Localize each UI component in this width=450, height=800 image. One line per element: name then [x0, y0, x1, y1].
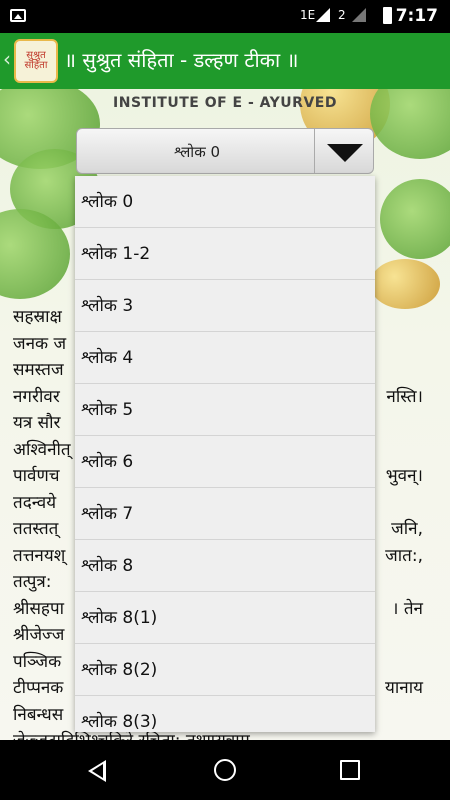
dropdown-item[interactable]: श्लोक 6 [75, 436, 375, 488]
text-line-left: श्रीजेज्ज [13, 625, 65, 645]
status-time: 7:17 [395, 6, 438, 26]
text-line-left: पञ्जिक [13, 651, 62, 672]
text-line-left: निबन्धस [13, 704, 64, 725]
dropdown-item[interactable]: श्लोक 0 [75, 176, 375, 228]
nav-home-icon[interactable] [214, 759, 236, 781]
status-bar: 1E 2 7:17 [0, 0, 450, 33]
text-line-left: तदन्वये [13, 492, 57, 513]
dropdown-item[interactable]: श्लोक 1-2 [75, 228, 375, 280]
dropdown-item[interactable]: श्लोक 8(1) [75, 592, 375, 644]
dropdown-item[interactable]: श्लोक 8 [75, 540, 375, 592]
text-line-right: नस्ति। [386, 386, 423, 407]
shlok-dropdown-list[interactable]: श्लोक 0 श्लोक 1-2 श्लोक 3 श्लोक 4 श्लोक 5 श्ल… [75, 176, 375, 732]
text-line-right: यानाय [385, 678, 423, 698]
app-logo[interactable]: सुश्रुत संहिता [14, 39, 58, 83]
network-label-1: 1E [300, 8, 316, 22]
spinner-selected-value: श्लोक 0 [173, 143, 221, 161]
signal-1-icon [316, 8, 330, 22]
battery-icon [383, 7, 392, 24]
background-coin-decoration [370, 259, 440, 309]
signal-2-icon [352, 8, 366, 22]
text-line-left: श्रीसहपा [13, 598, 65, 619]
app-title: ॥ सुश्रुत संहिता - डल्हण टीका ॥ [64, 48, 299, 72]
text-line-left: जनक ज [13, 333, 67, 354]
dropdown-item[interactable]: श्लोक 7 [75, 488, 375, 540]
dropdown-item[interactable]: श्लोक 8(2) [75, 644, 375, 696]
text-line-left: पार्वणच [13, 466, 60, 486]
dropdown-item[interactable]: श्लोक 4 [75, 332, 375, 384]
text-line-left: अश्विनीत् [13, 439, 71, 460]
text-line-right: भुवन्। [385, 466, 423, 486]
background-clover-decoration [380, 179, 450, 259]
text-line-right: जात:, [385, 545, 423, 566]
text-line-left: जेज्जटादिभिश्चक्रिरे रचिता: तथाप्यत्राम् [13, 731, 250, 740]
text-line-right: जनि, [391, 519, 423, 539]
dropdown-item[interactable]: श्लोक 5 [75, 384, 375, 436]
text-line-left: टीप्पनक [13, 678, 64, 698]
spinner-arrow-button[interactable] [314, 129, 373, 173]
dropdown-item[interactable]: श्लोक 8(3) [75, 696, 375, 732]
network-label-2: 2 [338, 8, 346, 22]
text-line-left: यत्र सौर [13, 413, 61, 433]
text-line-right: । तेन [392, 598, 423, 619]
shlok-spinner[interactable]: श्लोक 0 [76, 128, 374, 174]
dropdown-item[interactable]: श्लोक 3 [75, 280, 375, 332]
nav-back-icon[interactable] [88, 760, 106, 782]
text-line-left: सहस्राक्ष [13, 307, 62, 327]
dropdown-arrow-icon [327, 144, 363, 162]
institute-heading: INSTITUTE OF E - AYURVED [113, 95, 337, 111]
text-line-left: नगरीवर [13, 386, 60, 407]
nav-recents-icon[interactable] [340, 760, 360, 780]
navigation-bar [0, 740, 450, 800]
app-bar: ‹ सुश्रुत संहिता ॥ सुश्रुत संहिता - डल्ह… [0, 33, 450, 89]
text-line-left: तत्पुत्र: [13, 572, 52, 592]
gallery-notification-icon [10, 9, 26, 22]
text-line-left: समस्तज [13, 360, 64, 380]
back-chevron-icon[interactable]: ‹ [3, 47, 11, 71]
text-line-left: तत्तनयश् [13, 545, 66, 566]
text-line-left: ततस्तत् [13, 519, 59, 539]
